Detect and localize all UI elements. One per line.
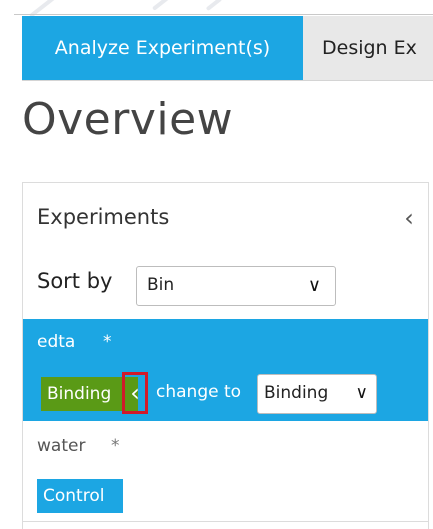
- change-category-value: Binding: [264, 383, 329, 403]
- row-divider: [23, 521, 428, 522]
- experiments-panel: Experiments ‹ Sort by Bin ∨ edta * Bindi…: [22, 182, 429, 529]
- chevron-down-icon: ∨: [307, 275, 321, 296]
- category-badge-control: Control: [37, 479, 123, 513]
- sort-by-label: Sort by: [37, 269, 113, 293]
- chevron-down-icon: ∨: [355, 383, 368, 403]
- tab-analyze-experiments[interactable]: Analyze Experiment(s): [22, 16, 303, 80]
- experiment-marker: *: [103, 332, 112, 352]
- experiment-name[interactable]: water: [37, 436, 85, 456]
- panel-heading: Experiments: [37, 205, 170, 229]
- page-title: Overview: [22, 94, 234, 145]
- chevron-left-icon[interactable]: ‹: [398, 205, 420, 231]
- change-to-label: change to: [156, 382, 242, 402]
- sort-by-value: Bin: [147, 275, 175, 295]
- watermark-stroke: [151, 0, 179, 11]
- tab-design-experiment[interactable]: Design Ex: [303, 16, 417, 80]
- experiment-marker: *: [111, 436, 120, 456]
- tab-bar: Analyze Experiment(s) Design Ex: [22, 16, 433, 81]
- chevron-left-icon[interactable]: ‹: [122, 372, 148, 414]
- sort-by-select[interactable]: Bin ∨: [136, 266, 336, 306]
- experiment-name: edta: [37, 332, 76, 352]
- window-edge: [14, 14, 433, 15]
- change-category-select[interactable]: Binding ∨: [257, 374, 377, 414]
- watermark-stroke: [205, 0, 223, 12]
